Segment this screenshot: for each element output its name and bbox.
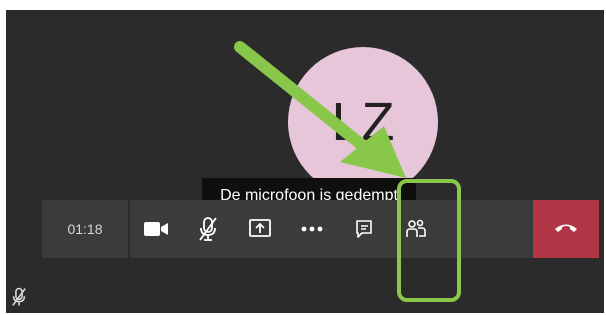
annotation-arrow-icon <box>234 41 406 178</box>
